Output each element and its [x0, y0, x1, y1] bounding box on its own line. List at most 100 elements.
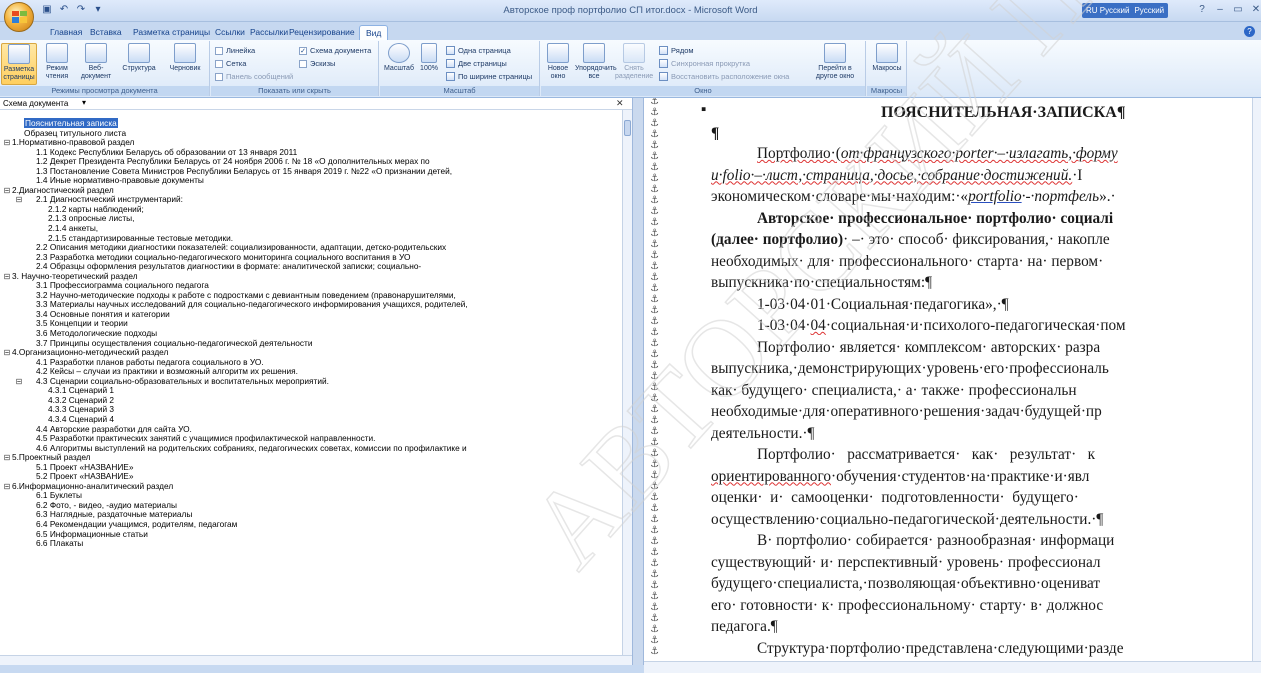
document-map-hscrollbar[interactable] [0, 655, 632, 665]
two-pages-button[interactable]: Две страницы [446, 59, 507, 68]
doc-map-item[interactable]: 6.6 Плакаты [0, 538, 620, 549]
document-line: В· портфолио· собирается· разнообразная·… [757, 532, 1115, 549]
zoom-100-button[interactable]: 100% [418, 43, 440, 85]
document-map-scrollbar[interactable] [622, 110, 632, 655]
ruler-checkbox[interactable]: Линейка [215, 46, 255, 55]
doc-map-item[interactable]: 4.6 Алгоритмы выступлений на родительски… [0, 443, 620, 454]
document-page[interactable]: ▪ ПОЯСНИТЕЛЬНАЯ·ЗАПИСКА¶ ¶ Портфолио·(от… [701, 98, 1252, 661]
arrange-all-label: Упорядочить все [575, 65, 617, 80]
anchor-icon: ⚓ [650, 514, 659, 525]
macros-button[interactable]: Макросы [869, 43, 905, 85]
zoom-button[interactable]: Масштаб [382, 43, 416, 85]
ribbon: Разметка страницы Режим чтения Веб-докум… [0, 40, 1261, 98]
doc-map-item-label: 2.1.3 опросные листы, [48, 213, 135, 224]
doc-map-item-label: 4.3.3 Сценарий 3 [48, 404, 115, 415]
anchor-icon: ⚓ [650, 635, 659, 646]
new-window-button[interactable]: Новое окно [543, 43, 573, 85]
remove-split-label: Снять разделение [615, 65, 654, 80]
thumbnails-checkbox[interactable]: Эскизы [299, 59, 335, 68]
doc-map-item[interactable]: 6.5 Информационные статьи [0, 528, 620, 540]
anchor-icon: ⚓ [650, 624, 659, 635]
bullet-mark: ▪ [701, 101, 707, 118]
collapse-toggle-icon[interactable]: ⊟ [15, 195, 23, 205]
doc-map-item-label: 6.5 Информационные статьи [36, 528, 148, 539]
group-show-hide: Линейка ✓ Схема документа Сетка Эскизы Па… [211, 41, 379, 96]
print-layout-button[interactable]: Разметка страницы [1, 43, 37, 85]
doc-map-item-label: 6.3 Наглядные, раздаточные материалы [36, 509, 193, 520]
collapse-toggle-icon[interactable]: ⊟ [15, 377, 23, 387]
doc-map-item-label: 4.4 Авторские разработки для сайта УО. [36, 423, 192, 434]
anchor-icon: ⚓ [650, 558, 659, 569]
switch-window-button[interactable]: Перейти в другое окно [809, 43, 861, 85]
anchor-icon: ⚓ [650, 349, 659, 360]
title-bar: ▣ ↶ ↷ ▾ Авторское проф портфолио СП итог… [0, 0, 1261, 22]
document-line: выпускника,·демонстрирующих·уровень·его·… [711, 360, 1109, 377]
page-width-button[interactable]: По ширине страницы [446, 72, 532, 81]
collapse-toggle-icon[interactable]: ⊟ [3, 186, 11, 196]
doc-map-item-label: 1.3 Постановление Совета Министров Респу… [36, 165, 453, 176]
sync-scroll-button[interactable]: Синхронная прокрутка [659, 59, 750, 68]
switch-window-label: Перейти в другое окно [815, 65, 855, 80]
collapse-toggle-icon[interactable]: ⊟ [3, 348, 11, 358]
doc-map-item-label: 2.Диагностический раздел [12, 184, 114, 195]
split-icon [623, 43, 645, 63]
gridlines-checkbox[interactable]: Сетка [215, 59, 246, 68]
one-page-button[interactable]: Одна страница [446, 46, 511, 55]
close-icon[interactable]: ✕ [1250, 3, 1261, 16]
arrange-all-button[interactable]: Упорядочить все [575, 43, 617, 85]
document-hscrollbar[interactable] [644, 661, 1261, 673]
anchor-icon: ⚓ [650, 580, 659, 591]
tab-review[interactable]: Рецензирование [283, 25, 361, 41]
document-line: экономическом·словаре·мы·находим:·«portf… [711, 188, 1116, 205]
draft-button[interactable]: Черновик [164, 43, 206, 85]
language-indicator[interactable]: RU Русский Русский [1082, 3, 1169, 18]
doc-map-item[interactable]: ⊟ 6.Информационно-аналитический раздел [0, 481, 620, 492]
tab-page-layout[interactable]: Разметка страницы [127, 25, 216, 41]
maximize-icon[interactable]: ▭ [1232, 3, 1244, 16]
reset-window-button[interactable]: Восстановить расположение окна [659, 72, 789, 81]
anchor-icon: ⚓ [650, 98, 659, 107]
collapse-toggle-icon[interactable]: ⊟ [3, 272, 11, 282]
document-map-scroll-thumb[interactable] [624, 120, 631, 136]
document-map-checkbox[interactable]: ✓ Схема документа [299, 46, 371, 55]
document-map-close-icon[interactable]: ✕ [616, 98, 624, 109]
anchor-icon: ⚓ [650, 404, 659, 415]
anchor-icon: ⚓ [650, 305, 659, 316]
doc-map-item-label: 2.2 Описания методики диагностики показа… [36, 242, 447, 253]
tab-home[interactable]: Главная [44, 25, 88, 41]
doc-map-item-label: 2.1.4 анкеты, [48, 223, 99, 234]
group-label-show-hide: Показать или скрыть [211, 86, 378, 96]
draft-label: Черновик [169, 65, 201, 72]
collapse-toggle-icon[interactable]: ⊟ [3, 482, 11, 492]
document-area[interactable]: ⚓ ⚓ ⚓ ⚓ ⚓ ⚓ ⚓ ⚓ ⚓ ⚓ ⚓ ⚓ ⚓ ⚓ ⚓ ⚓ ⚓ ⚓ ⚓ ⚓ ⚓ ⚓ ⚓ ⚓ ⚓ ⚓ ⚓ ⚓ ⚓ ⚓ ⚓ ⚓ ⚓ ⚓ ⚓ ⚓ ⚓ ⚓ ⚓ ⚓… [644, 98, 1252, 661]
tab-insert[interactable]: Вставка [84, 25, 128, 41]
remove-split-button[interactable]: Снять разделение [615, 43, 653, 85]
anchor-icon: ⚓ [650, 459, 659, 470]
page-100-icon [421, 43, 437, 63]
collapse-toggle-icon[interactable]: ⊟ [3, 453, 11, 463]
zoom-label: Масштаб [384, 65, 414, 72]
message-bar-checkbox[interactable]: Панель сообщений [215, 72, 293, 81]
document-line: Портфолио·(от·французского·porter·–·изла… [757, 145, 1118, 162]
document-line: ориентированного·обучения·студентов·на·п… [711, 467, 1090, 485]
minimize-icon[interactable]: – [1214, 3, 1226, 16]
outline-button[interactable]: Структура [118, 43, 160, 85]
document-line: деятельности.·¶ [711, 424, 815, 442]
sync-scroll-label: Синхронная прокрутка [671, 59, 751, 68]
document-heading: ПОЯСНИТЕЛЬНАЯ·ЗАПИСКА¶ [881, 104, 1126, 121]
doc-map-item-label: 1.4 Иные нормативно-правовые документы [36, 175, 204, 186]
side-by-side-icon [659, 46, 668, 55]
full-screen-reading-button[interactable]: Режим чтения [40, 43, 74, 85]
office-button[interactable] [4, 2, 34, 32]
new-window-label: Новое окно [547, 65, 569, 80]
ribbon-help-icon[interactable]: ? [1244, 26, 1255, 37]
collapse-toggle-icon[interactable]: ⊟ [3, 138, 11, 148]
document-vscrollbar[interactable] [1252, 98, 1261, 661]
web-layout-button[interactable]: Веб-документ [76, 43, 116, 85]
pane-splitter[interactable] [632, 98, 644, 665]
side-by-side-button[interactable]: Рядом [659, 46, 694, 55]
tab-view[interactable]: Вид [359, 25, 389, 41]
document-map-dropdown-icon[interactable]: ▾ [82, 98, 86, 107]
help-icon[interactable]: ? [1196, 3, 1208, 16]
anchor-icon: ⚓ [650, 338, 659, 349]
